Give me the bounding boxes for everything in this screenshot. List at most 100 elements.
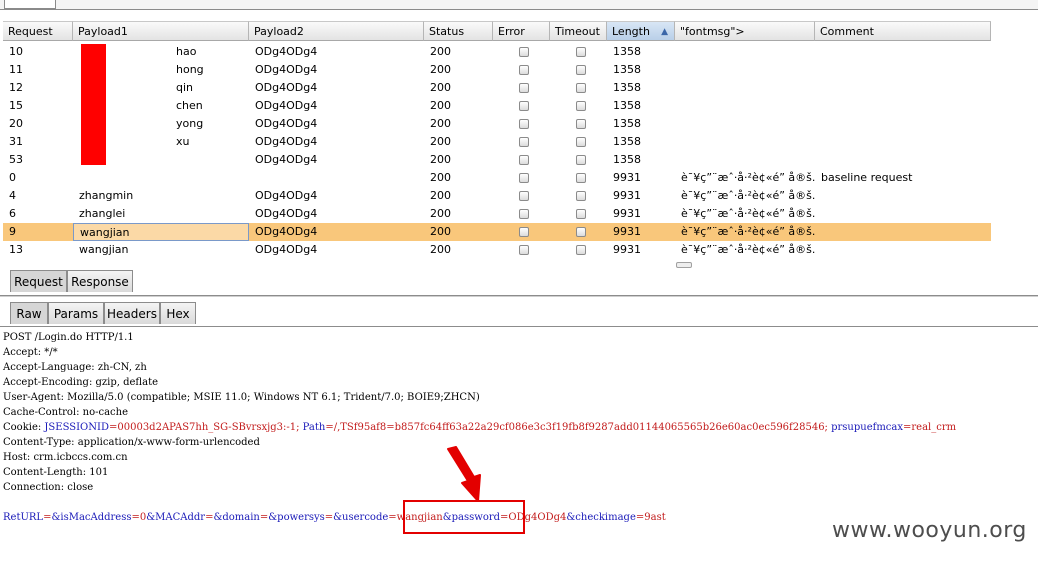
- table-row[interactable]: 4 zhangmin ODg4ODg4 200 9931 è¯¥ç”¨æˆ·å·²è¢«é…: [3, 187, 991, 205]
- timeout-checkbox[interactable]: [576, 155, 586, 165]
- tab-raw[interactable]: Raw: [10, 302, 48, 324]
- body-param-value: =0: [131, 512, 147, 523]
- cell-payload2: ODg4ODg4: [255, 207, 318, 220]
- timeout-checkbox[interactable]: [576, 191, 586, 201]
- column-header[interactable]: "fontmsg">: [675, 21, 815, 41]
- cell-status: 200: [430, 171, 451, 184]
- tab-response[interactable]: Response: [67, 270, 133, 292]
- cookie-value-path: =/,TSf95af8=b857fc64ff63a22a29cf086e3c3f…: [325, 422, 832, 433]
- tab-hex[interactable]: Hex: [160, 302, 196, 324]
- cell-fontmsg: [675, 151, 815, 169]
- timeout-checkbox[interactable]: [576, 83, 586, 93]
- table-row[interactable]: 11 hong ODg4ODg4 200 1358: [3, 61, 991, 79]
- cell-payload2: ODg4ODg4: [255, 153, 318, 166]
- tab-headers[interactable]: Headers: [104, 302, 160, 324]
- cell-request: 11: [9, 63, 23, 76]
- column-header-label: "fontmsg">: [680, 25, 745, 38]
- cell-request: 53: [9, 153, 23, 166]
- timeout-checkbox[interactable]: [576, 173, 586, 183]
- cell-fontmsg: è¯¥ç”¨æˆ·å·²è¢«é” å®š...: [681, 207, 815, 220]
- error-checkbox[interactable]: [519, 155, 529, 165]
- column-header[interactable]: Timeout: [550, 21, 607, 41]
- error-checkbox[interactable]: [519, 173, 529, 183]
- message-tabs: Request Response: [0, 268, 1038, 296]
- cookie-key-path: Path: [302, 422, 326, 433]
- cell-status: 200: [430, 45, 451, 58]
- cell-status: 200: [430, 135, 451, 148]
- column-header[interactable]: Status: [424, 21, 493, 41]
- error-checkbox[interactable]: [519, 209, 529, 219]
- timeout-checkbox[interactable]: [576, 119, 586, 129]
- error-checkbox[interactable]: [519, 83, 529, 93]
- annotation-arrow-icon: [447, 446, 481, 502]
- column-header[interactable]: Comment: [815, 21, 991, 41]
- table-row[interactable]: 53 ODg4ODg4 200 1358: [3, 151, 991, 169]
- table-row[interactable]: 15 chen ODg4ODg4 200 1358: [3, 97, 991, 115]
- error-checkbox[interactable]: [519, 65, 529, 75]
- timeout-checkbox[interactable]: [576, 101, 586, 111]
- table-row[interactable]: 12 qin ODg4ODg4 200 1358: [3, 79, 991, 97]
- cell-comment: [815, 223, 991, 241]
- timeout-checkbox[interactable]: [576, 65, 586, 75]
- top-strip: [0, 0, 1038, 14]
- cell-fontmsg: [675, 133, 815, 151]
- cell-comment: [815, 187, 991, 205]
- cell-status: 200: [430, 63, 451, 76]
- error-checkbox[interactable]: [519, 101, 529, 111]
- cell-request: 20: [9, 117, 23, 130]
- table-row[interactable]: 13 wangjian ODg4ODg4 200 9931 è¯¥ç”¨æˆ·å·²è¢«…: [3, 241, 991, 259]
- column-header[interactable]: Error: [493, 21, 550, 41]
- error-checkbox[interactable]: [519, 47, 529, 57]
- column-header-label: Payload2: [254, 25, 304, 38]
- table-row[interactable]: 0 200 9931 è¯¥ç”¨æˆ·å·²è¢«é” å®š... baseline…: [3, 169, 991, 187]
- cell-fontmsg: [675, 97, 815, 115]
- cell-length: 1358: [613, 63, 641, 76]
- cell-status: 200: [430, 243, 451, 256]
- table-row[interactable]: 6 zhanglei ODg4ODg4 200 9931 è¯¥ç”¨æˆ·å·²è¢«é…: [3, 205, 991, 223]
- error-checkbox[interactable]: [519, 137, 529, 147]
- table-row[interactable]: 9 wangjian ODg4ODg4 200 9931 è¯¥ç”¨æˆ·å·²è¢«é…: [3, 223, 991, 241]
- cell-request: 13: [9, 243, 23, 256]
- pane-divider[interactable]: [0, 296, 1038, 297]
- column-header[interactable]: Length ▲: [607, 21, 675, 41]
- error-checkbox[interactable]: [519, 227, 529, 237]
- column-header[interactable]: Payload2: [249, 21, 424, 41]
- redaction-block: [81, 44, 106, 165]
- view-tabs: Raw Params Headers Hex: [0, 299, 1038, 327]
- cell-payload2: ODg4ODg4: [255, 99, 318, 112]
- table-row[interactable]: 31 xu ODg4ODg4 200 1358: [3, 133, 991, 151]
- cell-request: 0: [9, 171, 16, 184]
- cell-payload1: wangjian: [73, 223, 249, 241]
- error-checkbox[interactable]: [519, 191, 529, 201]
- body-param-key: &checkimage: [566, 512, 636, 523]
- column-header-label: Payload1: [78, 25, 128, 38]
- cell-request: 10: [9, 45, 23, 58]
- password-highlight-box: [403, 500, 525, 534]
- cell-length: 9931: [613, 243, 641, 256]
- header-connection: Connection: close: [3, 482, 94, 493]
- cell-length: 1358: [613, 45, 641, 58]
- column-header-label: Request: [8, 25, 53, 38]
- timeout-checkbox[interactable]: [576, 137, 586, 147]
- timeout-checkbox[interactable]: [576, 209, 586, 219]
- sort-ascending-icon: ▲: [661, 27, 668, 37]
- filter-input[interactable]: [4, 0, 56, 9]
- timeout-checkbox[interactable]: [576, 47, 586, 57]
- column-header[interactable]: Request: [3, 21, 73, 41]
- timeout-checkbox[interactable]: [576, 227, 586, 237]
- cell-request: 15: [9, 99, 23, 112]
- error-checkbox[interactable]: [519, 119, 529, 129]
- body-param-key: &isMacAddress: [51, 512, 132, 523]
- table-row[interactable]: 10 hao ODg4ODg4 200 1358: [3, 43, 991, 61]
- body-param-value: =9ast: [635, 512, 666, 523]
- tab-params[interactable]: Params: [48, 302, 104, 324]
- timeout-checkbox[interactable]: [576, 245, 586, 255]
- column-header[interactable]: Payload1: [73, 21, 249, 41]
- table-row[interactable]: 20 yong ODg4ODg4 200 1358: [3, 115, 991, 133]
- error-checkbox[interactable]: [519, 245, 529, 255]
- cell-length: 1358: [613, 117, 641, 130]
- tab-request[interactable]: Request: [10, 270, 67, 292]
- column-header-label: Comment: [820, 25, 874, 38]
- column-header-label: Length: [612, 25, 650, 38]
- cell-payload1: zhanglei: [79, 207, 126, 220]
